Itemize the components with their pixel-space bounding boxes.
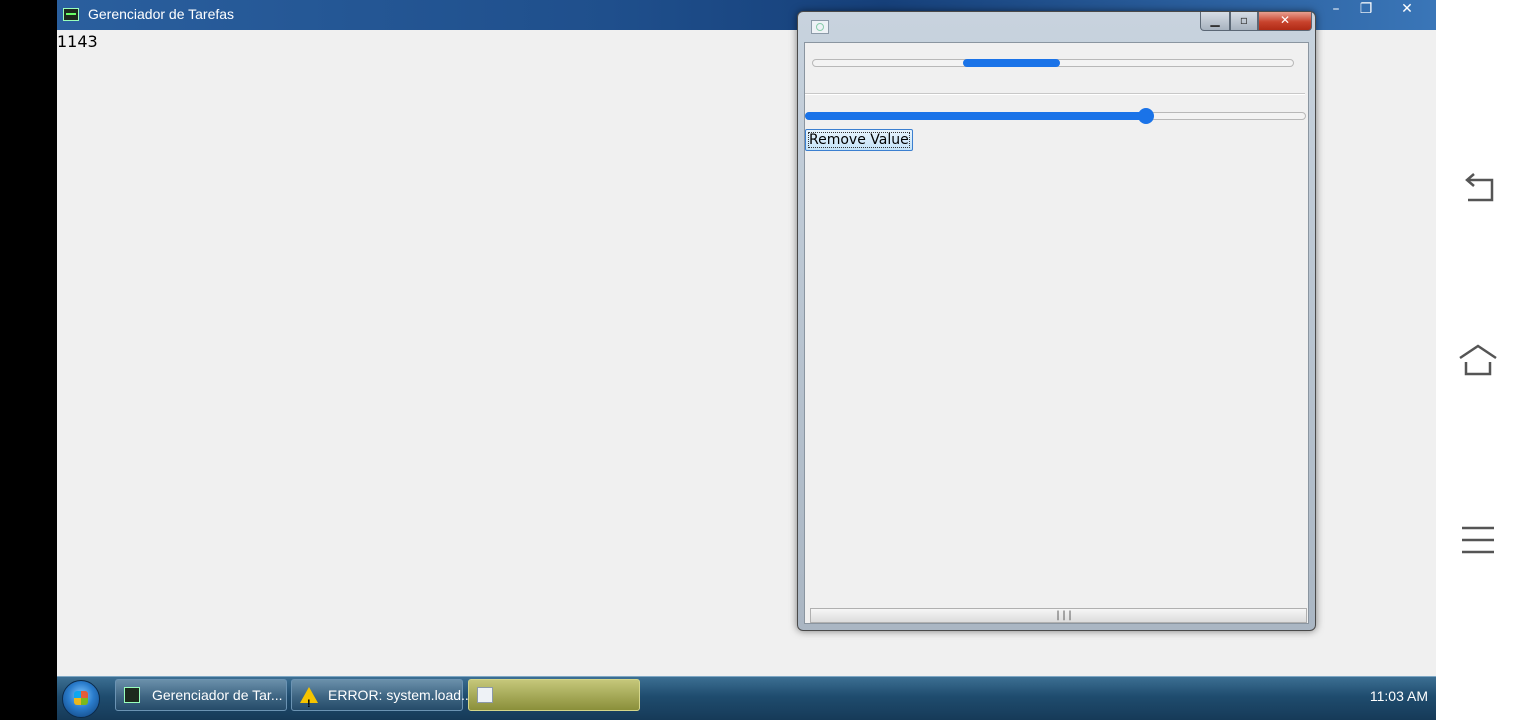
app-window-icon: [477, 687, 493, 703]
close-button[interactable]: ✕: [1393, 0, 1421, 20]
dialog-maximize-button[interactable]: ▫: [1230, 12, 1258, 31]
desktop: Gerenciador de Tarefas – ❐ ✕ 1143 ▁ ▫ ✕ …: [57, 0, 1436, 720]
value-slider[interactable]: [805, 108, 1306, 124]
remove-value-button[interactable]: Remove Value: [805, 129, 913, 151]
main-window-title: Gerenciador de Tarefas: [88, 6, 235, 22]
taskbar-item-label: ERROR: system.load...: [328, 687, 473, 703]
android-nav-bar: [1436, 0, 1520, 720]
separator: [805, 93, 1305, 95]
progress-indeterminate-chunk: [963, 59, 1060, 67]
menu-icon[interactable]: [1458, 520, 1498, 560]
warning-mark: !: [307, 698, 311, 710]
taskbar: Gerenciador de Tar... ! ERROR: system.lo…: [57, 676, 1436, 720]
scrollbar-grip-icon: |||: [1055, 610, 1074, 621]
counter-value: 1143: [57, 32, 98, 51]
dialog-minimize-button[interactable]: ▁: [1200, 12, 1230, 31]
slider-fill: [805, 112, 1146, 120]
task-manager-icon: [63, 8, 79, 21]
scrollbar-thumb[interactable]: |||: [811, 609, 1306, 622]
back-icon[interactable]: [1458, 170, 1498, 210]
dialog-window: ▁ ▫ ✕ Remove Value |||: [797, 11, 1316, 631]
taskbar-item-error[interactable]: ! ERROR: system.load...: [291, 679, 473, 711]
horizontal-scrollbar[interactable]: |||: [810, 608, 1307, 623]
progress-bar: [812, 59, 1294, 67]
restore-button[interactable]: ❐: [1352, 0, 1380, 20]
taskbar-item-dialog[interactable]: [468, 679, 640, 711]
start-button[interactable]: [62, 680, 100, 718]
dialog-window-controls: ▁ ▫ ✕: [1200, 12, 1312, 32]
slider-thumb[interactable]: [1138, 108, 1154, 124]
taskbar-item-label: Gerenciador de Tar...: [152, 687, 283, 703]
taskbar-item-task-manager[interactable]: Gerenciador de Tar...: [115, 679, 287, 711]
dialog-close-button[interactable]: ✕: [1258, 12, 1312, 31]
dialog-content: Remove Value |||: [804, 42, 1309, 624]
home-icon[interactable]: [1458, 340, 1498, 380]
dialog-app-icon: [811, 20, 829, 34]
task-manager-icon: [124, 687, 140, 703]
minimize-button[interactable]: –: [1322, 0, 1350, 20]
clock: 11:03 AM: [1369, 688, 1428, 704]
